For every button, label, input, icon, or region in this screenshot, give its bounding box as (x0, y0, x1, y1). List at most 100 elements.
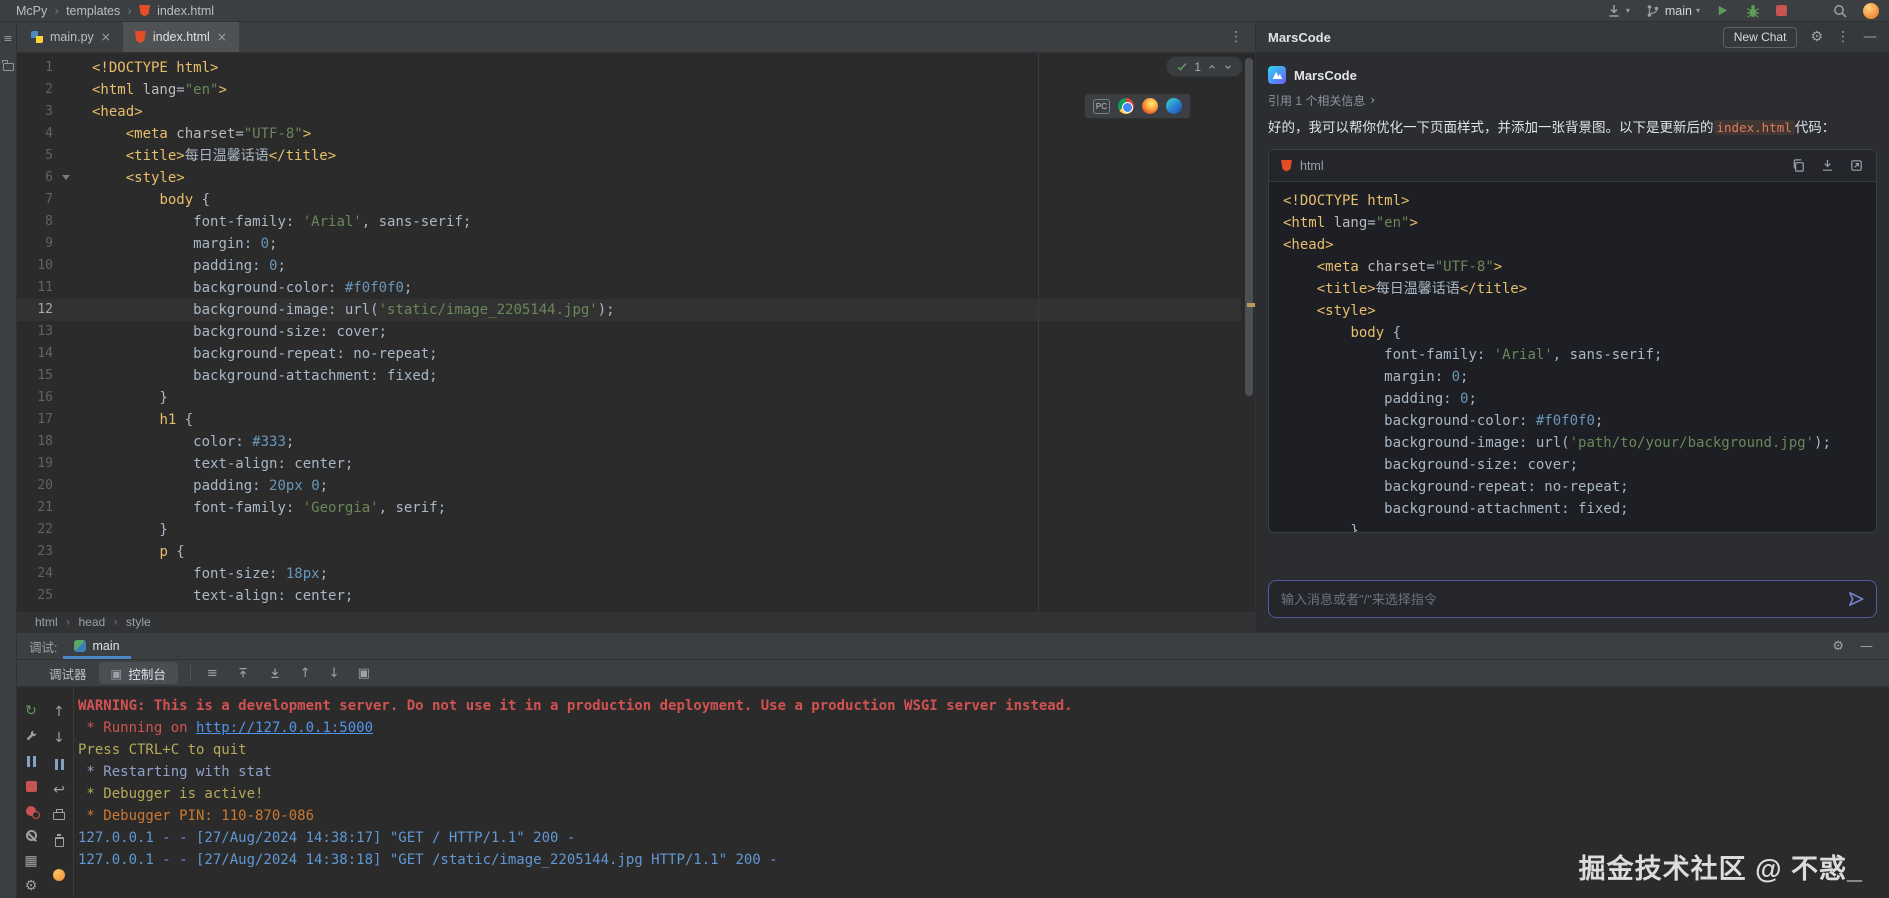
git-branch-widget[interactable]: main ▾ (1645, 3, 1700, 19)
code-editor[interactable]: 1234567891011121314151617181920212223242… (17, 53, 1255, 611)
code-line[interactable]: background-attachment: fixed; (92, 365, 1255, 387)
line-number[interactable]: 24 (17, 563, 75, 585)
pause-program-icon[interactable] (27, 756, 36, 767)
view-breakpoints-icon[interactable] (26, 806, 36, 816)
editor-gutter[interactable]: 1234567891011121314151617181920212223242… (17, 53, 75, 607)
line-number[interactable]: 22 (17, 519, 75, 541)
code-line[interactable]: text-align: center; (92, 585, 1255, 607)
code-line[interactable]: <style> (92, 167, 1255, 189)
code-line[interactable]: font-family: 'Georgia', serif; (92, 497, 1255, 519)
line-number[interactable]: 18 (17, 431, 75, 453)
debug-session-tab[interactable]: main (63, 633, 130, 659)
arrow-up-icon[interactable]: ↑ (300, 666, 311, 681)
breadcrumb-file[interactable]: index.html (157, 4, 214, 18)
insert-code-icon[interactable] (1820, 158, 1835, 173)
line-number[interactable]: 20 (17, 475, 75, 497)
code-line[interactable]: } (92, 519, 1255, 541)
mute-breakpoints-icon[interactable] (26, 830, 37, 841)
code-line[interactable]: padding: 20px 0; (92, 475, 1255, 497)
stop-process-icon[interactable] (26, 781, 37, 792)
send-message-icon[interactable] (1847, 590, 1865, 608)
hide-panel-icon[interactable]: — (1863, 29, 1877, 45)
restore-layout-grid-icon[interactable]: ▦ (24, 853, 37, 869)
editor-tab-main-py[interactable]: main.py × (19, 22, 123, 52)
open-in-editor-icon[interactable] (1849, 158, 1864, 173)
line-number[interactable]: 2 (17, 79, 75, 101)
rerun-icon[interactable]: ↻ (25, 703, 37, 719)
code-line[interactable]: padding: 0; (92, 255, 1255, 277)
line-number[interactable]: 17 (17, 409, 75, 431)
console-output-area[interactable]: WARNING: This is a development server. D… (73, 687, 1889, 898)
line-number[interactable]: 8 (17, 211, 75, 233)
edge-icon[interactable] (1166, 98, 1182, 114)
code-line[interactable]: } (92, 387, 1255, 409)
line-number[interactable]: 11 (17, 277, 75, 299)
line-number[interactable]: 3 (17, 101, 75, 123)
update-project-button[interactable]: ▾ (1606, 3, 1630, 19)
code-line[interactable]: <title>每日温馨话语</title> (92, 145, 1255, 167)
firefox-icon[interactable] (1142, 98, 1158, 114)
more-options-icon[interactable]: ⋮ (1836, 29, 1850, 45)
stop-button[interactable] (1776, 5, 1787, 16)
code-line[interactable]: background-repeat: no-repeat; (92, 343, 1255, 365)
line-number[interactable]: 16 (17, 387, 75, 409)
arrow-down-icon[interactable]: ↓ (329, 666, 340, 681)
editor-scrollbar[interactable] (1245, 58, 1253, 396)
code-line[interactable]: p { (92, 541, 1255, 563)
line-number[interactable]: 14 (17, 343, 75, 365)
line-number[interactable]: 23 (17, 541, 75, 563)
close-tab-icon[interactable]: × (101, 30, 111, 44)
line-number[interactable]: 25 (17, 585, 75, 607)
line-number[interactable]: 13 (17, 321, 75, 343)
down-stack-trace-icon[interactable] (268, 666, 282, 680)
line-number[interactable]: 15 (17, 365, 75, 387)
up-stack-trace-icon[interactable] (236, 666, 250, 680)
debug-button[interactable] (1745, 3, 1761, 19)
line-number[interactable]: 1 (17, 57, 75, 79)
chrome-icon[interactable] (1118, 98, 1134, 114)
code-line[interactable]: text-align: center; (92, 453, 1255, 475)
line-number[interactable]: 7 (17, 189, 75, 211)
fold-chevron-icon[interactable] (62, 175, 70, 180)
code-line[interactable]: background-size: cover; (92, 321, 1255, 343)
line-number[interactable]: 9 (17, 233, 75, 255)
menu-icon[interactable]: ≡ (3, 32, 12, 45)
pause-output-icon[interactable] (55, 759, 64, 770)
hide-panel-icon[interactable]: — (1860, 639, 1873, 654)
soft-wrap-icon[interactable]: ↩ (53, 782, 65, 798)
editor-tab-index-html[interactable]: index.html × (123, 22, 239, 52)
line-number[interactable]: 5 (17, 145, 75, 167)
wrench-icon[interactable] (17, 724, 45, 749)
breadcrumb-head[interactable]: head (78, 615, 105, 629)
tab-debugger[interactable]: 调试器 (37, 662, 99, 684)
reference-link[interactable]: 引用 1 个相关信息 › (1268, 91, 1877, 109)
builtin-preview-icon[interactable]: PC (1093, 99, 1110, 114)
breadcrumb-style[interactable]: style (126, 615, 151, 629)
code-block-body[interactable]: <!DOCTYPE html><html lang="en"><head> <m… (1269, 182, 1876, 532)
code-line[interactable]: <head> (92, 101, 1255, 123)
code-line[interactable]: background-image: url('static/image_2205… (92, 299, 1255, 321)
breadcrumb-folder[interactable]: templates (66, 4, 120, 18)
code-line[interactable]: margin: 0; (92, 233, 1255, 255)
line-number[interactable]: 12 (17, 299, 75, 321)
breadcrumb-html[interactable]: html (35, 615, 58, 629)
gear-icon[interactable]: ⚙ (1810, 29, 1823, 45)
chat-input[interactable] (1268, 580, 1877, 618)
down-arrow-icon[interactable]: ↓ (53, 730, 65, 746)
tab-console[interactable]: ▣ 控制台 (99, 662, 178, 684)
close-tab-icon[interactable]: × (217, 30, 227, 44)
line-number[interactable]: 4 (17, 123, 75, 145)
new-chat-button[interactable]: New Chat (1723, 27, 1798, 48)
clear-console-icon[interactable] (55, 837, 64, 847)
code-line[interactable]: <!DOCTYPE html> (92, 57, 1255, 79)
code-line[interactable]: font-family: 'Arial', sans-serif; (92, 211, 1255, 233)
gear-icon[interactable]: ⚙ (1832, 639, 1844, 654)
copy-code-icon[interactable] (1791, 158, 1806, 173)
code-line[interactable]: <html lang="en"> (92, 79, 1255, 101)
search-everywhere-button[interactable] (1832, 3, 1848, 19)
warning-stripe-mark[interactable] (1247, 303, 1255, 307)
project-folder-icon[interactable] (3, 63, 14, 71)
notification-dot-icon[interactable] (53, 869, 65, 881)
console-view-icon[interactable]: ▣ (358, 666, 370, 681)
console-link[interactable]: http://127.0.0.1:5000 (196, 720, 373, 736)
